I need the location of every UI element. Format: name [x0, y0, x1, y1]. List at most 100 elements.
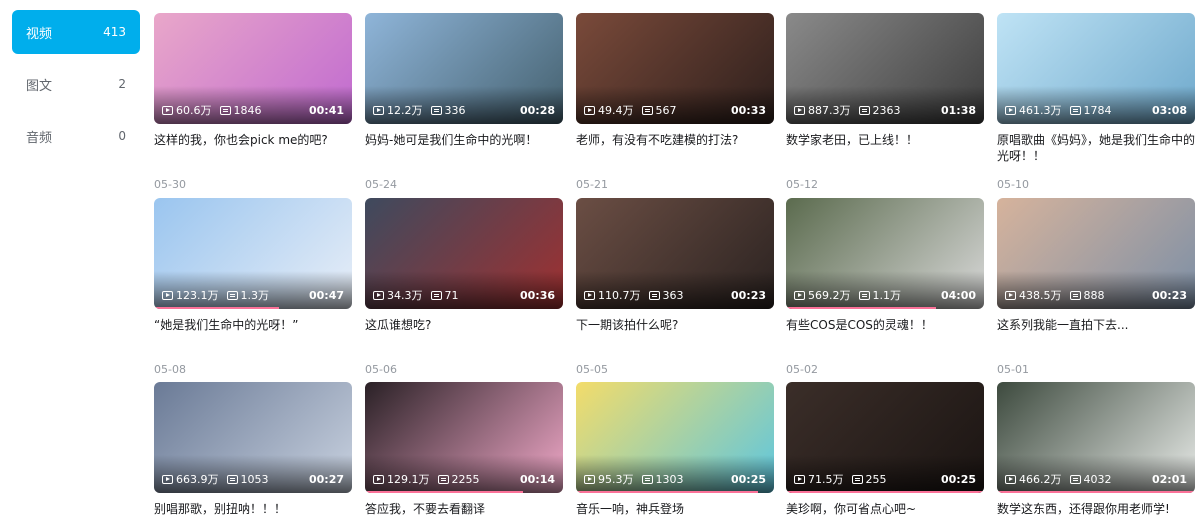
danmaku-count-text: 1.3万: [240, 289, 270, 302]
video-title[interactable]: 数学这东西，还得跟你用老师学!: [997, 501, 1195, 517]
view-count: 60.6万: [162, 102, 212, 118]
video-duration: 03:08: [1151, 103, 1187, 117]
video-card[interactable]: 123.1万 1.3万 00:47 “她是我们生命中的光呀！” 05-08: [154, 198, 352, 376]
video-date: 05-21: [576, 178, 608, 191]
video-card[interactable]: 95.3万 1303 00:25 音乐一响，神兵登场: [576, 382, 774, 517]
view-count-text: 34.3万: [387, 289, 423, 302]
video-title[interactable]: 妈妈-她可是我们生命中的光啊！: [365, 132, 563, 148]
play-count-icon: [373, 474, 384, 484]
view-count: 95.3万: [584, 471, 634, 487]
watch-progress-bar: [154, 307, 279, 309]
video-card[interactable]: 887.3万 2363 01:38 数学家老田，已上线！！ 05-12: [786, 13, 984, 191]
danmaku-count-text: 1784: [1083, 103, 1112, 117]
video-duration: 00:25: [940, 472, 976, 486]
video-duration: 00:27: [308, 472, 344, 486]
video-title[interactable]: 美珍啊，你可省点心吧~: [786, 501, 984, 517]
sidebar-item-0[interactable]: 视频 413: [12, 10, 140, 54]
video-duration: 00:25: [730, 472, 766, 486]
video-card[interactable]: 466.2万 4032 02:01 数学这东西，还得跟你用老师学!: [997, 382, 1195, 517]
video-card[interactable]: 461.3万 1784 03:08 原唱歌曲《妈妈》，她是我们生命中的光呀！！ 05-1…: [997, 13, 1195, 191]
danmaku-count-text: 888: [1083, 288, 1105, 302]
video-card[interactable]: 129.1万 2255 00:14 答应我，不要去看翻译: [365, 382, 563, 517]
danmaku-count: 888: [1069, 288, 1105, 302]
video-card[interactable]: 569.2万 1.1万 04:00 有些COS是COS的灵魂！！ 05-02: [786, 198, 984, 376]
danmaku-count-text: 255: [865, 472, 887, 486]
video-title[interactable]: “她是我们生命中的光呀！”: [154, 317, 352, 333]
video-thumbnail[interactable]: 438.5万 888 00:23: [997, 198, 1195, 309]
video-card[interactable]: 49.4万 567 00:33 老师，有没有不吃建模的打法? 05-21: [576, 13, 774, 191]
play-count-icon: [794, 290, 805, 300]
video-thumbnail[interactable]: 110.7万 363 00:23: [576, 198, 774, 309]
view-count-text: 129.1万: [387, 473, 430, 486]
video-thumbnail[interactable]: 71.5万 255 00:25: [786, 382, 984, 493]
video-thumbnail[interactable]: 887.3万 2363 01:38: [786, 13, 984, 124]
view-count: 34.3万: [373, 287, 423, 303]
video-card[interactable]: 12.2万 336 00:28 妈妈-她可是我们生命中的光啊！ 05-24: [365, 13, 563, 191]
video-thumbnail[interactable]: 49.4万 567 00:33: [576, 13, 774, 124]
watch-progress-bar: [997, 491, 1195, 493]
video-title[interactable]: 这系列我能一直拍下去...: [997, 317, 1195, 333]
danmaku-icon: [430, 105, 442, 115]
video-title[interactable]: 下一期该拍什么呢?: [576, 317, 774, 333]
video-thumbnail[interactable]: 663.9万 1053 00:27: [154, 382, 352, 493]
sidebar-item-label: 图文: [26, 78, 53, 94]
sidebar-item-label: 音频: [26, 130, 53, 146]
video-card[interactable]: 663.9万 1053 00:27 别唱那歌，别扭呐！！！: [154, 382, 352, 517]
video-title[interactable]: 这瓜谁想吃?: [365, 317, 563, 333]
view-count: 569.2万: [794, 287, 851, 303]
video-duration: 00:36: [519, 288, 555, 302]
video-thumbnail[interactable]: 569.2万 1.1万 04:00: [786, 198, 984, 309]
video-card[interactable]: 71.5万 255 00:25 美珍啊，你可省点心吧~: [786, 382, 984, 517]
video-duration: 01:38: [940, 103, 976, 117]
danmaku-count: 2255: [437, 473, 480, 486]
view-count: 461.3万: [1005, 102, 1062, 118]
video-duration: 00:47: [308, 288, 344, 302]
danmaku-icon: [641, 105, 653, 115]
danmaku-icon: [226, 290, 238, 300]
video-card[interactable]: 60.6万 1846 00:41 这样的我，你也会pick me的吧? 05-30: [154, 13, 352, 191]
video-duration: 00:14: [519, 472, 555, 486]
video-title[interactable]: 原唱歌曲《妈妈》，她是我们生命中的光呀！！: [997, 132, 1195, 164]
video-title[interactable]: 音乐一响，神兵登场: [576, 501, 774, 517]
sidebar-item-count: 0: [118, 129, 126, 143]
video-thumbnail[interactable]: 123.1万 1.3万 00:47: [154, 198, 352, 309]
danmaku-count: 2363: [858, 104, 901, 117]
video-card[interactable]: 110.7万 363 00:23 下一期该拍什么呢? 05-05: [576, 198, 774, 376]
sidebar-item-label: 视频: [26, 26, 53, 42]
play-count-icon: [1005, 105, 1016, 115]
video-title[interactable]: 老师，有没有不吃建模的打法?: [576, 132, 774, 148]
sidebar-item-1[interactable]: 图文 2: [12, 62, 140, 106]
view-count-text: 461.3万: [1019, 104, 1062, 117]
video-title[interactable]: 有些COS是COS的灵魂！！: [786, 317, 984, 333]
view-count: 49.4万: [584, 102, 634, 118]
danmaku-count: 363: [648, 289, 684, 302]
sidebar-item-2[interactable]: 音频 0: [12, 114, 140, 158]
video-stats: 71.5万 255 00:25: [794, 471, 976, 487]
video-thumbnail[interactable]: 60.6万 1846 00:41: [154, 13, 352, 124]
video-thumbnail[interactable]: 34.3万 71 00:36: [365, 198, 563, 309]
video-card[interactable]: 34.3万 71 00:36 这瓜谁想吃? 05-06: [365, 198, 563, 376]
video-thumbnail[interactable]: 461.3万 1784 03:08: [997, 13, 1195, 124]
play-count-icon: [584, 474, 595, 484]
video-title[interactable]: 答应我，不要去看翻译: [365, 501, 563, 517]
play-count-icon: [584, 105, 595, 115]
danmaku-count: 1784: [1069, 103, 1112, 117]
view-count: 129.1万: [373, 471, 430, 487]
video-card[interactable]: 438.5万 888 00:23 这系列我能一直拍下去... 05-01: [997, 198, 1195, 376]
video-thumbnail[interactable]: 12.2万 336 00:28: [365, 13, 563, 124]
video-title[interactable]: 这样的我，你也会pick me的吧?: [154, 132, 352, 148]
video-stats: 123.1万 1.3万 00:47: [162, 287, 344, 303]
video-thumbnail[interactable]: 95.3万 1303 00:25: [576, 382, 774, 493]
danmaku-count: 336: [430, 104, 466, 117]
video-stats: 887.3万 2363 01:38: [794, 102, 976, 118]
play-count-icon: [162, 105, 173, 115]
video-duration: 00:28: [519, 103, 555, 117]
video-thumbnail[interactable]: 466.2万 4032 02:01: [997, 382, 1195, 493]
sidebar-item-count: 413: [103, 25, 126, 39]
video-title[interactable]: 数学家老田，已上线！！: [786, 132, 984, 148]
video-duration: 00:41: [308, 103, 344, 117]
watch-progress-bar: [576, 491, 759, 493]
video-thumbnail[interactable]: 129.1万 2255 00:14: [365, 382, 563, 493]
view-count-text: 60.6万: [176, 104, 212, 117]
video-title[interactable]: 别唱那歌，别扭呐！！！: [154, 501, 352, 517]
